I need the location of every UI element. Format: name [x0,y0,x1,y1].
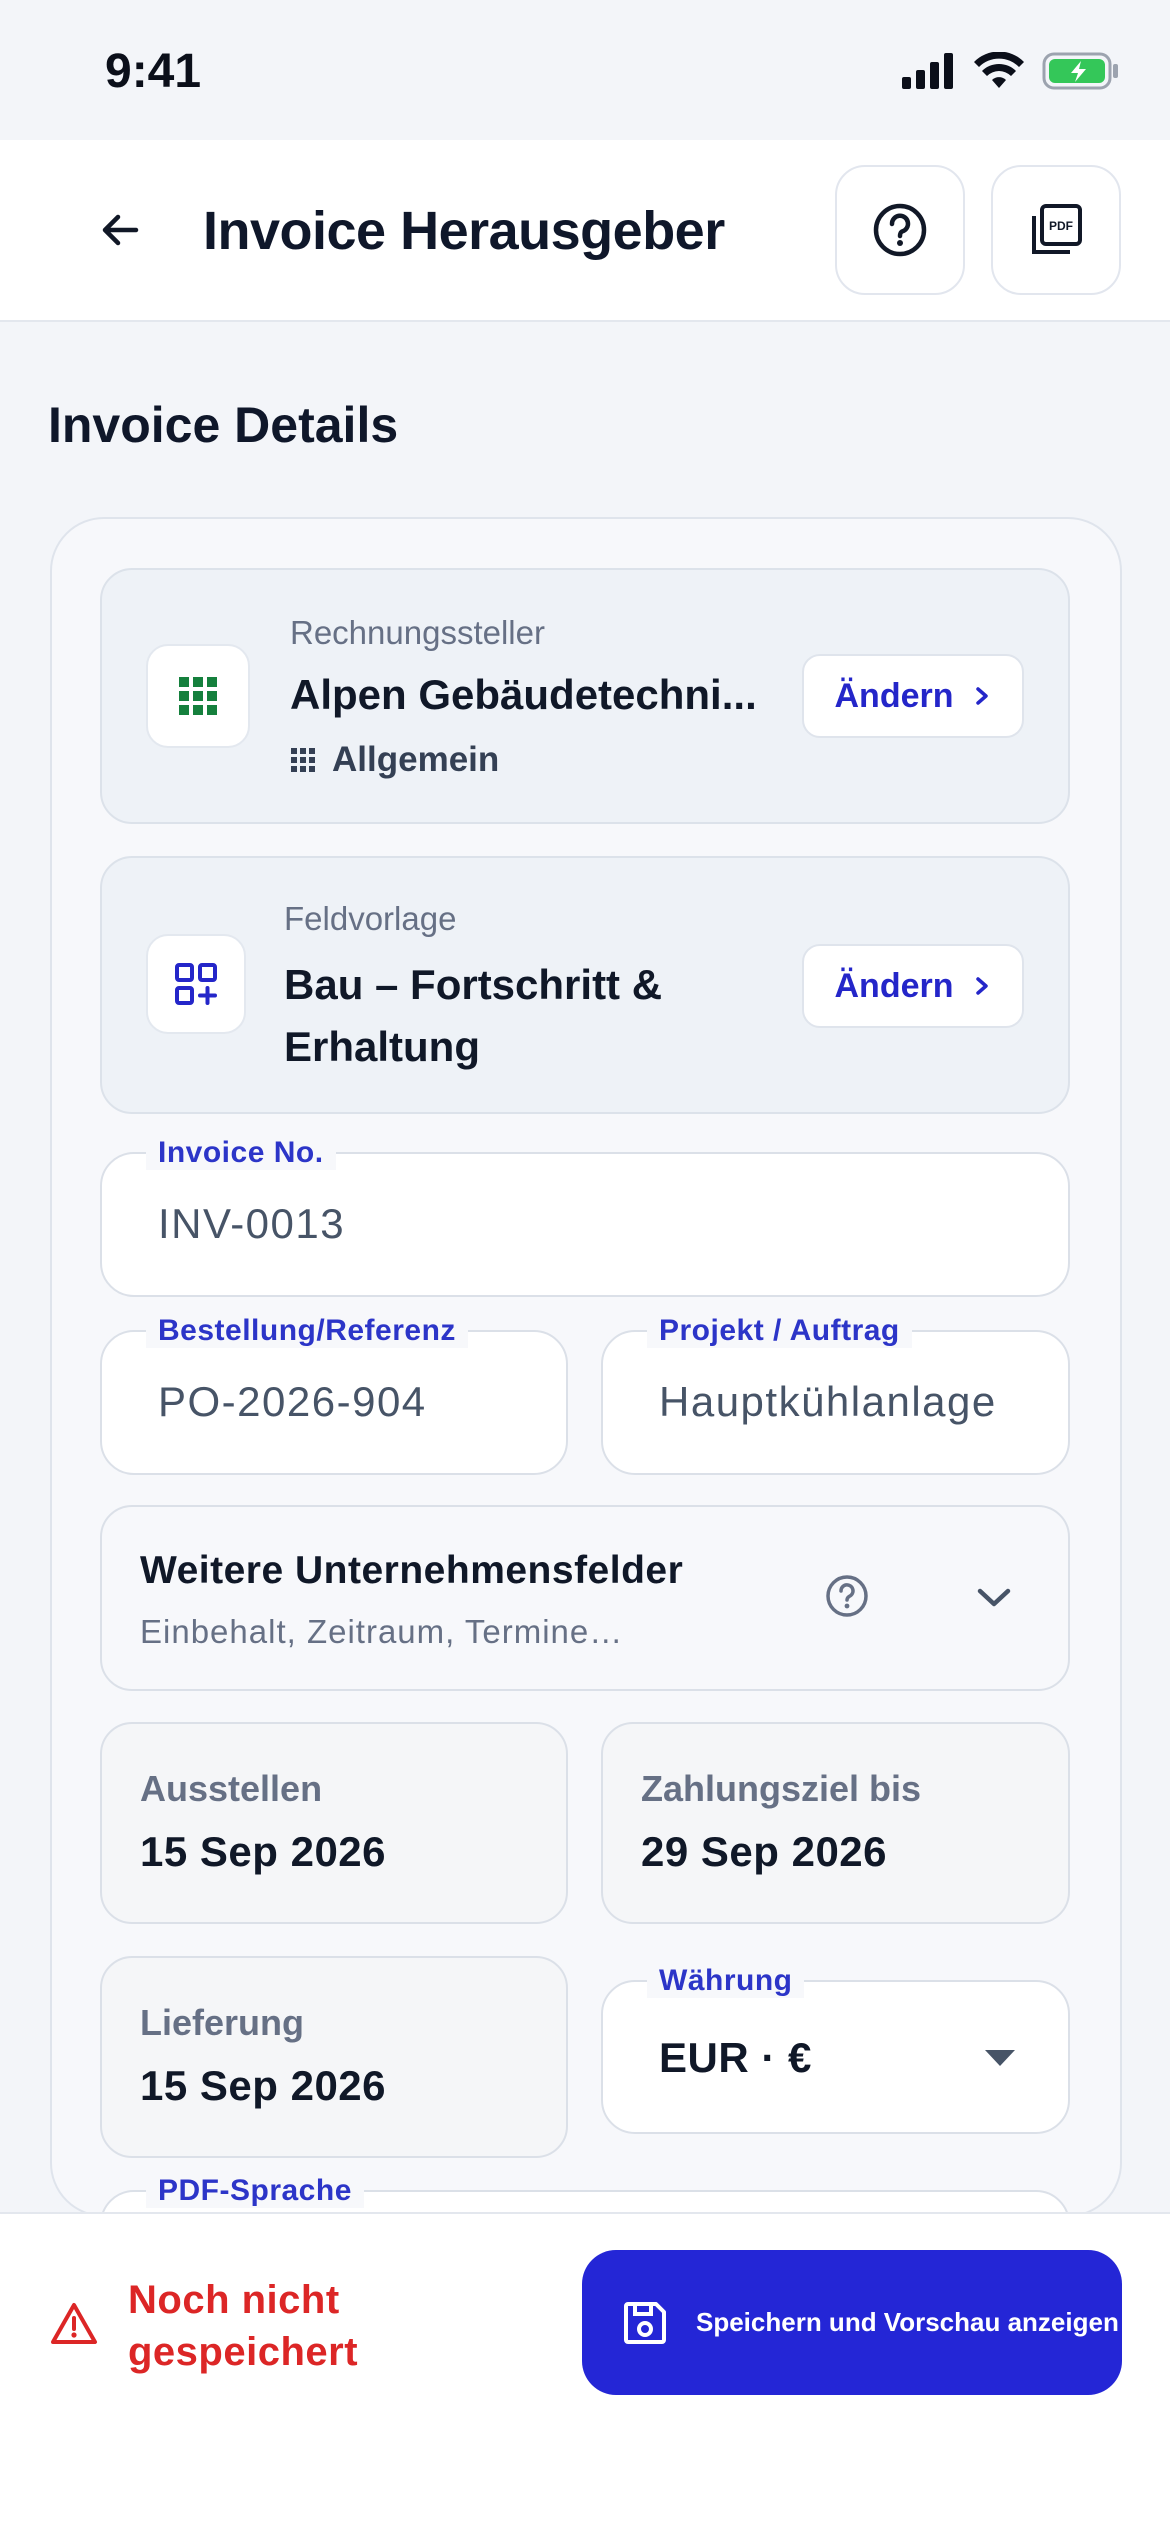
save-and-preview-button[interactable]: Speichern und Vorschau anzeigen [582,2250,1122,2395]
template-box: Feldvorlage Bau – Fortschritt & Erhaltun… [100,856,1070,1114]
grid-icon [146,644,250,748]
status-bar: 9:41 [0,0,1170,140]
project-field[interactable]: Projekt / Auftrag Hauptkühlanlage [601,1314,1070,1475]
issuer-category-label: Allgemein [332,740,500,779]
due-date-value: 29 Sep 2026 [641,1828,888,1875]
invoice-no-label: Invoice No. [146,1136,336,1170]
change-template-button[interactable]: Ändern [802,944,1024,1028]
help-circle-icon[interactable] [824,1573,870,1619]
issuer-box: Rechnungssteller Alpen Gebäudetechni... … [100,568,1070,824]
more-fields-subtitle: Einbehalt, Zeitraum, Termine… [140,1613,624,1650]
status-icons [902,52,1120,90]
unsaved-indicator: Noch nicht gespeichert [50,2274,428,2378]
help-button[interactable] [835,165,965,295]
currency-label: Währung [647,1964,805,1998]
order-ref-label: Bestellung/Referenz [146,1314,468,1348]
status-time: 9:41 [105,45,202,98]
svg-text:PDF: PDF [1049,219,1073,233]
order-ref-field[interactable]: Bestellung/Referenz PO-2026-904 [100,1314,568,1475]
issuer-label: Rechnungssteller [290,614,545,651]
pdf-button[interactable]: PDF [991,165,1121,295]
pdf-icon: PDF [1032,204,1082,254]
project-value: Hauptkühlanlage [659,1378,997,1425]
small-grid-icon [291,748,315,772]
issue-date-field[interactable]: Ausstellen 15 Sep 2026 [100,1722,568,1924]
issuer-category: Allgemein [290,740,499,780]
more-fields-title: Weitere Unternehmensfelder [140,1549,684,1592]
signal-icon [902,53,953,89]
currency-select[interactable]: Währung EUR · € [601,1964,1070,2134]
due-date-label: Zahlungsziel bis [641,1768,922,1809]
battery-icon [1042,52,1118,90]
project-label: Projekt / Auftrag [647,1314,912,1348]
pdf-language-label: PDF-Sprache [146,2174,364,2208]
chevron-right-icon [975,687,988,705]
delivery-date-value: 15 Sep 2026 [140,2062,387,2109]
grid-plus-icon [175,963,217,1005]
template-icon [146,934,246,1034]
template-name-line1: Bau – Fortschritt & [284,961,663,1008]
change-issuer-button[interactable]: Ändern [802,654,1024,738]
page-title: Invoice Herausgeber [203,201,725,261]
invoice-no-field[interactable]: Invoice No. INV-0013 [100,1136,1070,1297]
bottom-action-bar: Noch nicht gespeichert Speichern und Vor… [0,2212,1170,2532]
due-date-field[interactable]: Zahlungsziel bis 29 Sep 2026 [601,1722,1070,1924]
company-grid-icon [179,677,217,715]
issuer-name: Alpen Gebäudetechni... [290,671,757,718]
more-company-fields[interactable]: Weitere Unternehmensfelder Einbehalt, Ze… [100,1505,1070,1691]
back-button[interactable] [80,190,160,270]
wifi-icon [974,52,1024,88]
delivery-date-field[interactable]: Lieferung 15 Sep 2026 [100,1956,568,2158]
delivery-date-label: Lieferung [140,2002,305,2043]
issue-date-label: Ausstellen [140,1768,323,1809]
order-ref-value: PO-2026-904 [158,1378,427,1425]
caret-down-icon [985,2050,1015,2066]
arrow-left-icon [102,214,139,246]
save-icon [624,2301,666,2344]
app-header: Invoice Herausgeber PDF [0,140,1170,322]
section-title: Invoice Details [48,397,399,453]
template-label: Feldvorlage [284,900,457,937]
help-circle-icon [873,203,927,257]
save-button-label: Speichern und Vorschau anzeigen [696,2307,1119,2337]
invoice-no-value: INV-0013 [158,1200,346,1247]
currency-value: EUR · € [659,2034,812,2081]
template-name-line2: Erhaltung [284,1023,480,1070]
chevron-down-icon[interactable] [972,1579,1016,1615]
unsaved-text: Noch nicht gespeichert [128,2278,359,2374]
chevron-right-icon [975,977,988,995]
change-issuer-label: Ändern [834,676,954,715]
warning-triangle-icon [51,2303,97,2344]
change-template-label: Ändern [834,966,954,1005]
issue-date-value: 15 Sep 2026 [140,1828,387,1875]
